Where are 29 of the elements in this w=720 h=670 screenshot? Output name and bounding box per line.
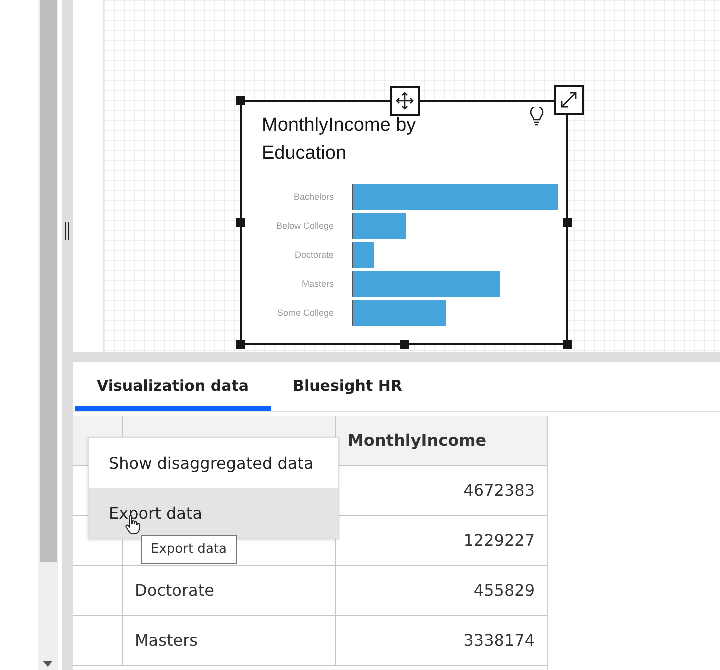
- tab[interactable]: Visualization data: [75, 362, 272, 411]
- bar-label: Some College: [276, 308, 335, 318]
- move-icon: [396, 92, 414, 110]
- bar-label: Below College: [275, 221, 335, 231]
- chart-title: MonthlyIncome by Education: [262, 114, 418, 166]
- bar-label: Doctorate: [294, 250, 335, 260]
- resize-handle[interactable]: [563, 340, 572, 349]
- scrollbar[interactable]: [38, 0, 58, 670]
- tooltip: Export data: [141, 535, 237, 564]
- table-cell: 3338174: [335, 616, 547, 665]
- lightbulb-icon[interactable]: [530, 107, 544, 126]
- expand-icon: [560, 91, 578, 109]
- table-cell: Doctorate: [122, 566, 335, 615]
- expand-button[interactable]: [554, 85, 584, 115]
- grip-icon[interactable]: [65, 222, 70, 240]
- bar-label: Bachelors: [292, 192, 335, 202]
- resize-handle[interactable]: [236, 96, 245, 105]
- table-cell: Masters: [122, 616, 335, 665]
- table-cell: 455829: [335, 566, 547, 615]
- resize-handle[interactable]: [236, 340, 245, 349]
- resize-handle[interactable]: [236, 218, 245, 227]
- resize-handle[interactable]: [563, 218, 572, 227]
- tab[interactable]: Bluesight HR: [271, 362, 424, 411]
- resize-handle[interactable]: [400, 340, 409, 349]
- bar-label: Masters: [300, 279, 335, 289]
- move-button[interactable]: [390, 86, 420, 116]
- chart-widget[interactable]: MonthlyIncome by Education Bachelors Below College Doctorate Masters Some College: [240, 100, 568, 345]
- menu-item[interactable]: Show disaggregated data: [89, 438, 338, 488]
- scroll-down-icon[interactable]: [43, 661, 53, 667]
